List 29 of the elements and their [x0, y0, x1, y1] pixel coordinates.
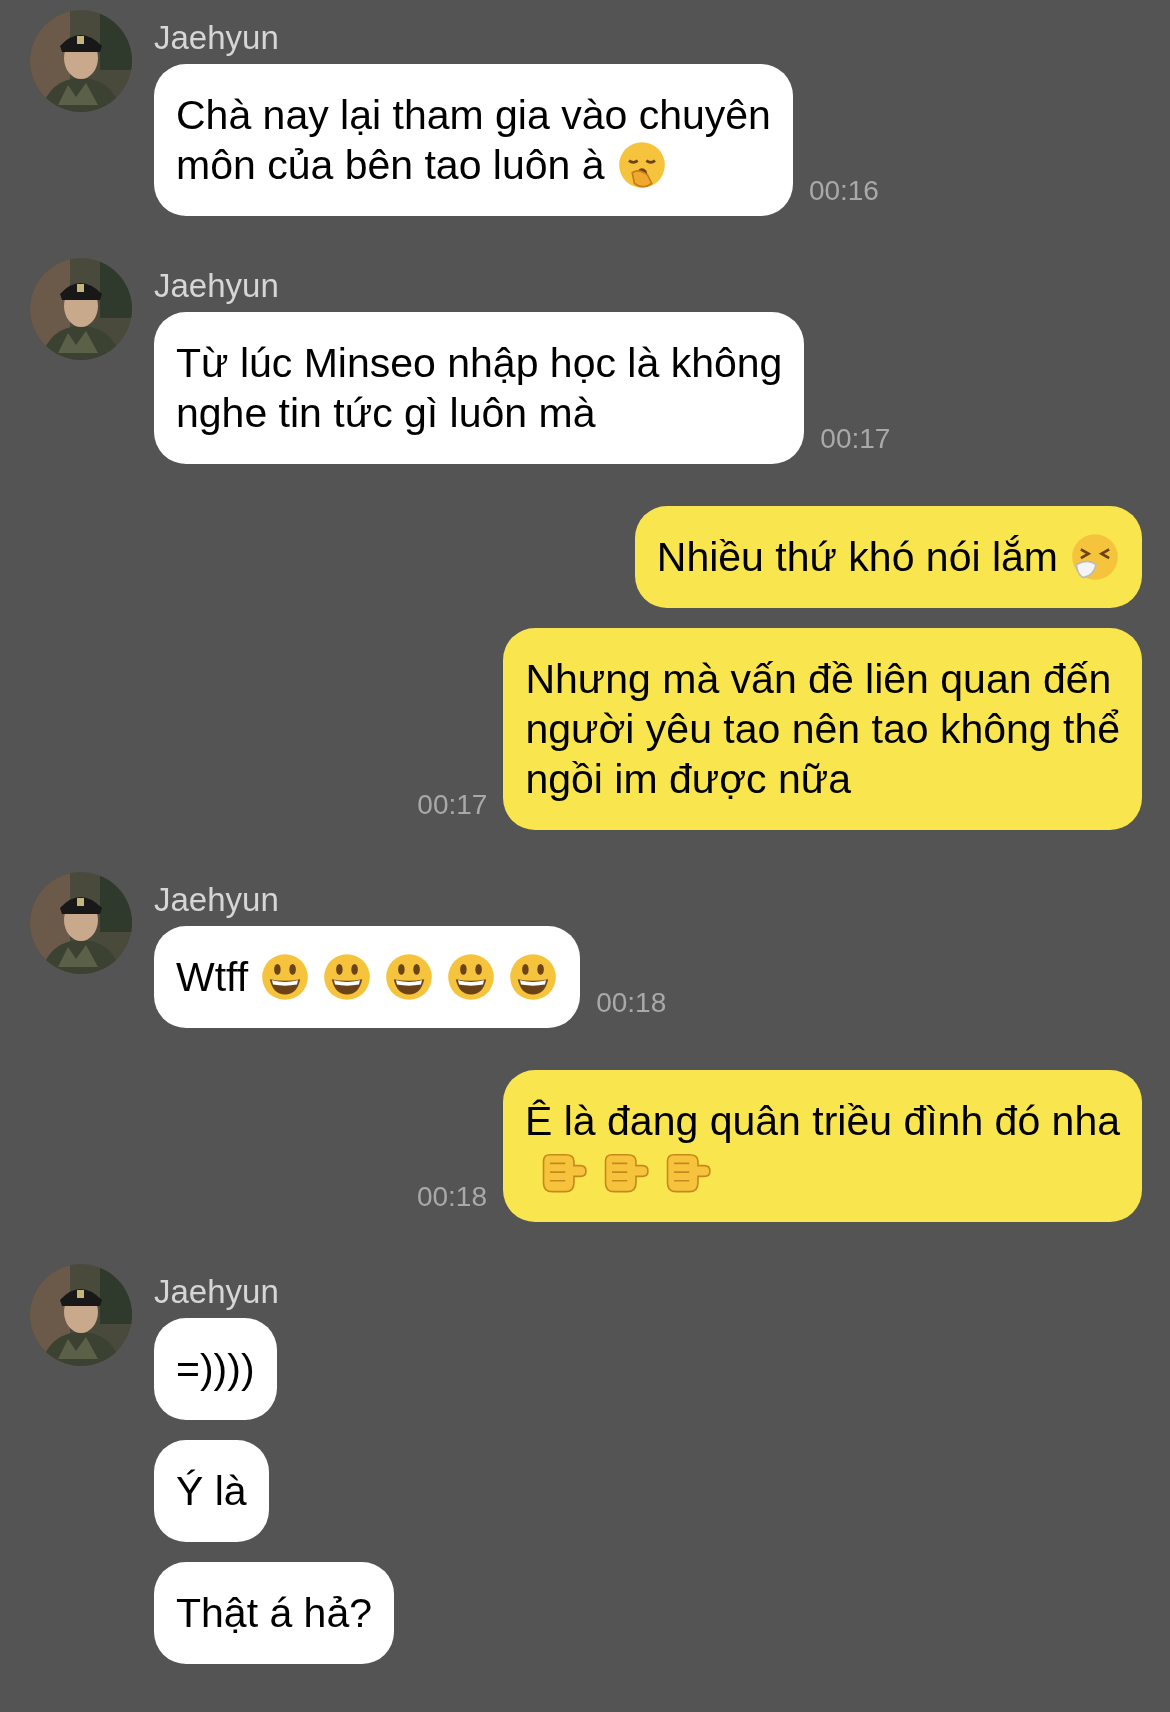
message-text: ngồi im được nữa	[525, 755, 852, 804]
timestamp: 00:17	[820, 422, 891, 456]
timestamp: 00:16	[808, 174, 879, 208]
timestamp: 00:18	[416, 1180, 487, 1214]
message-text: =))))	[176, 1345, 255, 1394]
yawning-face-icon	[616, 140, 667, 190]
sneezing-face-icon	[1070, 532, 1120, 582]
sender-name: Jaehyun	[154, 880, 280, 920]
sender-name: Jaehyun	[154, 266, 280, 306]
grinning-face-icon	[508, 952, 559, 1002]
message-text: Ê là đang quân triều đình đó nha	[525, 1097, 1120, 1146]
grinning-face-icon	[322, 952, 373, 1002]
message-text: Nhưng mà vấn đề liên quan đến	[525, 655, 1112, 704]
grinning-face-icon	[260, 952, 311, 1002]
grinning-face-icon	[446, 952, 497, 1002]
message-text: Wtff	[176, 953, 249, 1002]
grinning-face-icon	[384, 952, 435, 1002]
message-text: người yêu tao nên tao không thể	[525, 705, 1120, 754]
message-text: Nhiều thứ khó nói lắm	[656, 533, 1058, 582]
timestamp: 00:18	[596, 986, 667, 1020]
message-text: môn của bên tao luôn à	[176, 141, 605, 190]
message-text: Ý là	[176, 1467, 247, 1516]
message-text: Từ lúc Minseo nhập học là không	[176, 339, 783, 388]
message-text: nghe tin tức gì luôn mà	[176, 389, 596, 438]
timestamp: 00:17	[417, 788, 488, 822]
message-text: Thật á hả?	[176, 1589, 373, 1638]
sender-name: Jaehyun	[154, 1272, 280, 1312]
message-text: Chà nay lại tham gia vào chuyên	[176, 91, 771, 140]
sender-name: Jaehyun	[154, 18, 280, 58]
